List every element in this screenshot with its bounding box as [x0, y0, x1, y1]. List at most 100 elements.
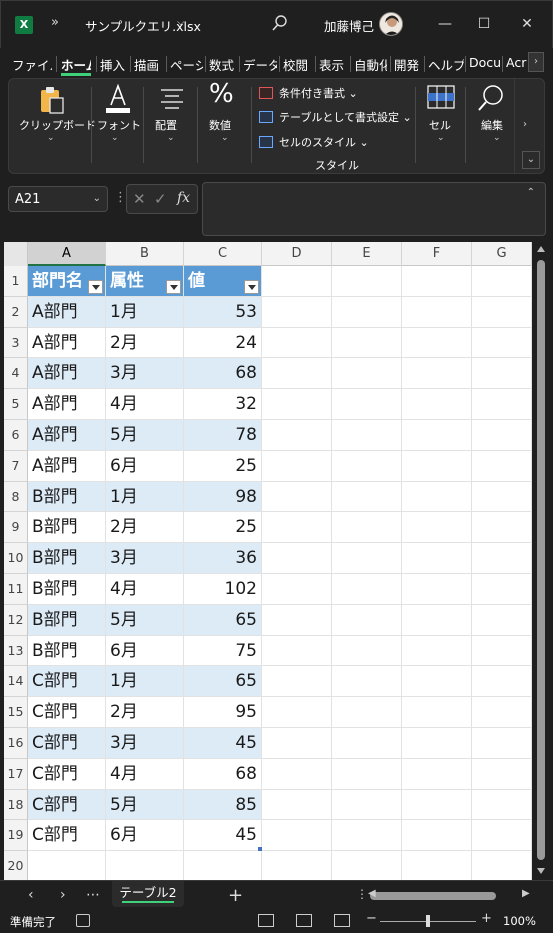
scroll-down-arrow-icon[interactable]	[537, 868, 545, 874]
clipboard-group[interactable]: クリップボード ⌄	[9, 79, 96, 175]
filter-dropdown-icon[interactable]	[244, 280, 259, 294]
table-cell-value[interactable]: 95	[184, 697, 262, 728]
select-all-button[interactable]	[4, 242, 28, 266]
table-cell-department[interactable]: A部門	[28, 358, 106, 390]
table-cell-value[interactable]: 25	[184, 450, 262, 482]
spreadsheet-grid[interactable]: ABCDEFG 1 2 3 4 5 6 7 8 9 10 11 12 13 14 15 16 17 18 19 20 部…	[4, 242, 532, 880]
table-cell-department[interactable]: C部門	[28, 728, 106, 759]
zoom-level[interactable]: 100%	[503, 914, 536, 928]
table-cell-value[interactable]: 65	[184, 604, 262, 636]
row-header[interactable]: 10	[4, 543, 28, 574]
chevron-up-icon[interactable]: ⌃	[527, 187, 535, 198]
format-as-table-button[interactable]: テーブルとして書式設定 ⌄	[279, 109, 412, 125]
filter-dropdown-icon[interactable]	[88, 280, 103, 294]
row-header[interactable]: 12	[4, 604, 28, 636]
ribbon-expand-button[interactable]: ⌄	[522, 151, 540, 169]
table-cell-attribute[interactable]: 4月	[106, 574, 184, 605]
scroll-thumb[interactable]	[537, 260, 545, 860]
tab-file[interactable]: ファイル	[12, 55, 52, 74]
tab-view[interactable]: 表示	[319, 55, 347, 74]
font-group[interactable]: フォント ⌄	[93, 79, 141, 175]
row-header[interactable]: 7	[4, 450, 28, 482]
more-sheets-button[interactable]: ⋯	[86, 887, 100, 903]
tab-acrobat[interactable]: Acr	[506, 55, 527, 70]
tab-data[interactable]: データ	[243, 55, 277, 74]
name-box[interactable]: A21 ⌄	[8, 186, 108, 212]
row-header[interactable]: 8	[4, 481, 28, 513]
row-header[interactable]: 6	[4, 420, 28, 451]
tabs-scroll-right-button[interactable]: ›	[528, 52, 544, 72]
table-cell-value[interactable]: 53	[184, 296, 262, 328]
table-cell-value[interactable]: 75	[184, 635, 262, 667]
table-cell-department[interactable]: C部門	[28, 820, 106, 852]
table-cell-attribute[interactable]: 6月	[106, 450, 184, 482]
table-cell-attribute[interactable]: 2月	[106, 697, 184, 728]
table-cell-attribute[interactable]: 4月	[106, 389, 184, 420]
column-header-e[interactable]: E	[332, 242, 402, 266]
tab-home[interactable]: ホーム	[61, 55, 91, 74]
excel-app-icon[interactable]: X	[15, 16, 33, 34]
table-cell-value[interactable]: 45	[184, 820, 262, 852]
column-header-d[interactable]: D	[262, 242, 332, 266]
row-header[interactable]: 3	[4, 327, 28, 359]
insert-function-button[interactable]: fx	[177, 190, 190, 206]
sheet-tab-active[interactable]: テーブル2	[112, 881, 184, 907]
table-cell-attribute[interactable]: 3月	[106, 728, 184, 759]
table-cell-attribute[interactable]: 5月	[106, 789, 184, 821]
vertical-scrollbar[interactable]	[533, 242, 549, 880]
row-header[interactable]: 18	[4, 789, 28, 821]
chevron-right-icon[interactable]: ›	[523, 119, 527, 130]
zoom-in-button[interactable]: +	[481, 911, 492, 926]
chevron-down-icon[interactable]: ⌵	[177, 17, 185, 28]
row-header[interactable]: 15	[4, 697, 28, 728]
tab-automate[interactable]: 自動化	[354, 55, 387, 74]
table-cell-value[interactable]: 102	[184, 574, 262, 605]
tab-insert[interactable]: 挿入	[100, 55, 128, 74]
zoom-slider-handle[interactable]	[426, 915, 430, 927]
table-cell-attribute[interactable]: 1月	[106, 481, 184, 513]
row-header[interactable]: 14	[4, 666, 28, 698]
table-cell-attribute[interactable]: 1月	[106, 296, 184, 328]
page-break-view-icon[interactable]	[334, 914, 350, 927]
row-header[interactable]: 5	[4, 389, 28, 420]
previous-sheet-button[interactable]: ‹	[28, 887, 34, 903]
table-cell-attribute[interactable]: 6月	[106, 820, 184, 852]
table-cell-attribute[interactable]: 5月	[106, 604, 184, 636]
table-cell-value[interactable]: 65	[184, 666, 262, 698]
column-header-a[interactable]: A	[28, 242, 106, 266]
row-header[interactable]: 13	[4, 635, 28, 667]
table-cell-department[interactable]: A部門	[28, 389, 106, 420]
tab-help[interactable]: ヘルプ	[428, 55, 464, 74]
cell-styles-button[interactable]: セルのスタイル ⌄	[279, 134, 369, 150]
table-cell-attribute[interactable]: 4月	[106, 758, 184, 790]
table-cell-attribute[interactable]: 1月	[106, 666, 184, 698]
close-button[interactable]: ✕	[515, 13, 539, 35]
cancel-icon[interactable]: ✕	[133, 190, 146, 208]
row-header[interactable]: 11	[4, 574, 28, 605]
row-header[interactable]: 16	[4, 728, 28, 759]
table-cell-value[interactable]: 32	[184, 389, 262, 420]
table-cell-attribute[interactable]: 2月	[106, 512, 184, 544]
tab-docu[interactable]: Docu	[469, 55, 500, 70]
table-cell-attribute[interactable]: 5月	[106, 420, 184, 451]
table-cell-department[interactable]: B部門	[28, 512, 106, 544]
scroll-up-arrow-icon[interactable]	[537, 246, 545, 252]
table-cell-department[interactable]: A部門	[28, 296, 106, 328]
table-cell-attribute[interactable]: 2月	[106, 327, 184, 359]
row-header[interactable]: 1	[4, 266, 28, 297]
formula-input[interactable]: ⌃	[202, 182, 546, 236]
search-icon[interactable]	[271, 14, 289, 34]
table-cell-department[interactable]: A部門	[28, 450, 106, 482]
table-cell-department[interactable]: A部門	[28, 327, 106, 359]
table-cell-department[interactable]: B部門	[28, 635, 106, 667]
table-cell-department[interactable]: C部門	[28, 789, 106, 821]
filter-dropdown-icon[interactable]	[166, 280, 181, 294]
column-header-b[interactable]: B	[106, 242, 184, 266]
quick-access-overflow-button[interactable]: »	[51, 15, 59, 30]
zoom-out-button[interactable]: −	[366, 911, 377, 926]
table-cell-department[interactable]: C部門	[28, 758, 106, 790]
horizontal-scrollbar[interactable]	[366, 890, 530, 902]
table-cell-value[interactable]: 36	[184, 543, 262, 574]
conditional-formatting-button[interactable]: 条件付き書式 ⌄	[279, 85, 358, 101]
tab-page-layout[interactable]: ページ	[170, 55, 203, 74]
